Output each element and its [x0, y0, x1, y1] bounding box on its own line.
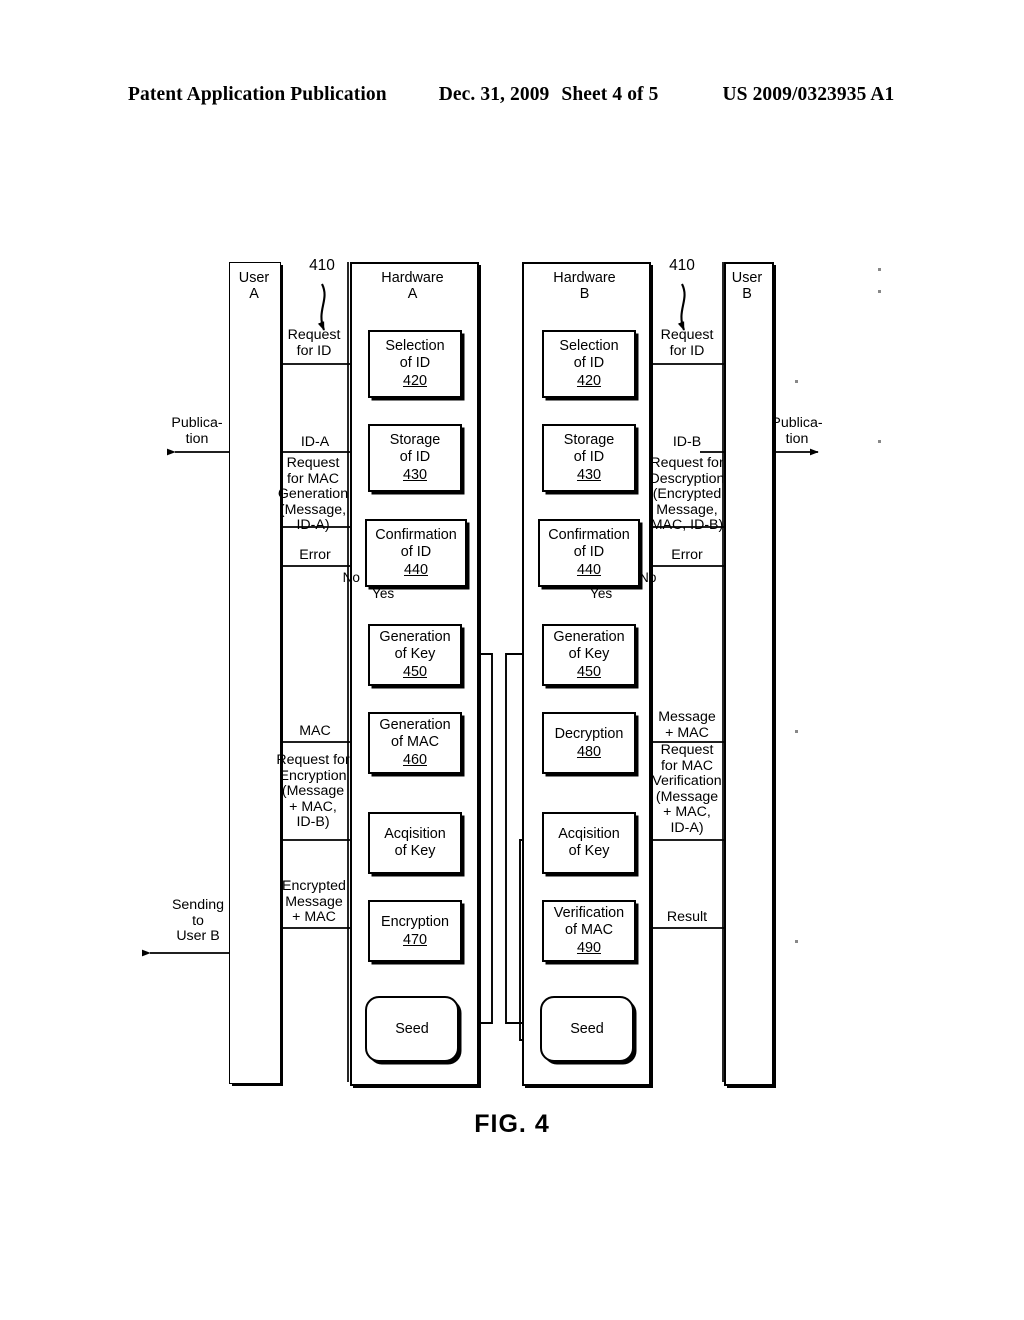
- figure-4-diagram: User A Hardware A Hardware B User B 410 …: [0, 0, 1024, 1320]
- box-title: Verification of MAC: [553, 905, 625, 938]
- label-error-b: Error: [671, 547, 703, 563]
- box-title: Storage of ID: [563, 432, 615, 465]
- box-confirmation-of-id-a: Confirmation of ID 440: [365, 519, 467, 587]
- box-encryption-a: Encryption 470: [368, 900, 462, 962]
- label-yes-a: Yes: [372, 586, 395, 601]
- label-request-for-id-b: Request for ID: [660, 327, 714, 359]
- box-ref: 440: [576, 562, 601, 578]
- label-sending-to-user-b: Sending to User B: [171, 897, 225, 945]
- label-publication-right: Publica- tion: [771, 415, 823, 447]
- box-storage-of-id-a: Storage of ID 430: [368, 424, 462, 492]
- label-yes-b: Yes: [590, 586, 613, 601]
- box-selection-of-id-a: Selection of ID 420: [368, 330, 462, 398]
- label-request-for-encryption: Request for Encryption (Message + MAC, I…: [276, 752, 350, 831]
- box-acquisition-of-key-b: Acqisition of Key: [542, 812, 636, 874]
- box-title: Storage of ID: [389, 432, 441, 465]
- box-selection-of-id-b: Selection of ID 420: [542, 330, 636, 398]
- lane-label-user-a: User A: [238, 270, 270, 303]
- lane-label-user-b: User B: [731, 270, 763, 303]
- box-title: Selection of ID: [559, 338, 619, 371]
- box-title: Acqisition of Key: [558, 826, 620, 859]
- box-title: Encryption: [381, 913, 449, 930]
- label-id-a: ID-A: [300, 434, 330, 450]
- box-title: Seed: [570, 1021, 604, 1037]
- box-title: Generation of Key: [553, 629, 625, 662]
- label-request-for-mac-verification: Request for MAC Verification (Message + …: [652, 742, 722, 836]
- box-verification-of-mac-b: Verification of MAC 490: [542, 900, 636, 962]
- label-no-b: No: [639, 570, 657, 585]
- box-title: Acqisition of Key: [384, 826, 446, 859]
- box-title: Seed: [395, 1021, 429, 1037]
- box-ref: 450: [402, 664, 427, 680]
- lane-box-user-b: [724, 262, 774, 1086]
- label-error-a: Error: [299, 547, 331, 563]
- box-generation-of-mac-a: Generation of MAC 460: [368, 712, 462, 774]
- scan-speck: [795, 380, 798, 383]
- box-ref: 490: [576, 940, 601, 956]
- label-no-a: No: [342, 570, 360, 585]
- box-ref: 430: [402, 467, 427, 483]
- box-seed-b: Seed: [540, 996, 634, 1062]
- box-seed-a: Seed: [365, 996, 459, 1062]
- box-title: Confirmation of ID: [548, 527, 630, 560]
- box-ref: 420: [402, 373, 427, 389]
- label-request-for-descryption: Request for Descryption (Encrypted Messa…: [649, 455, 725, 534]
- figure-caption: FIG. 4: [474, 1110, 550, 1138]
- label-encrypted-message-mac: Encrypted Message + MAC: [282, 878, 346, 926]
- label-mac-a: MAC: [299, 723, 331, 739]
- box-ref: 440: [403, 562, 428, 578]
- box-title: Generation of Key: [379, 629, 451, 662]
- box-title: Generation of MAC: [379, 717, 451, 750]
- label-message-mac-b: Message + MAC: [658, 709, 716, 741]
- scan-speck: [795, 940, 798, 943]
- box-title: Confirmation of ID: [375, 527, 457, 560]
- scan-speck: [878, 290, 881, 293]
- box-ref: 430: [576, 467, 601, 483]
- label-publication-left: Publica- tion: [171, 415, 223, 447]
- box-title: Selection of ID: [385, 338, 445, 371]
- lane-label-hardware-b: Hardware B: [553, 270, 616, 303]
- scan-speck: [878, 268, 881, 271]
- box-decryption-b: Decryption 480: [542, 712, 636, 774]
- callout-410-left-label: 410: [309, 257, 335, 274]
- box-ref: 420: [576, 373, 601, 389]
- lane-label-hardware-a: Hardware A: [381, 270, 444, 303]
- lane-box-user-a: [229, 262, 281, 1084]
- box-generation-of-key-b: Generation of Key 450: [542, 624, 636, 686]
- label-result-b: Result: [666, 909, 708, 925]
- label-request-for-mac-generation: Request for MAC Generation (Message, ID-…: [277, 455, 349, 534]
- box-generation-of-key-a: Generation of Key 450: [368, 624, 462, 686]
- callout-410-right-label: 410: [669, 257, 695, 274]
- box-ref: 470: [402, 931, 427, 948]
- box-acquisition-of-key-a: Acqisition of Key: [368, 812, 462, 874]
- box-ref: 450: [576, 664, 601, 680]
- scan-speck: [878, 440, 881, 443]
- box-ref: 460: [402, 752, 427, 768]
- scan-speck: [795, 730, 798, 733]
- label-id-b: ID-B: [672, 434, 702, 450]
- box-ref: 480: [576, 743, 601, 760]
- label-request-for-id-a: Request for ID: [287, 327, 341, 359]
- box-storage-of-id-b: Storage of ID 430: [542, 424, 636, 492]
- box-confirmation-of-id-b: Confirmation of ID 440: [538, 519, 640, 587]
- box-title: Decryption: [554, 725, 624, 742]
